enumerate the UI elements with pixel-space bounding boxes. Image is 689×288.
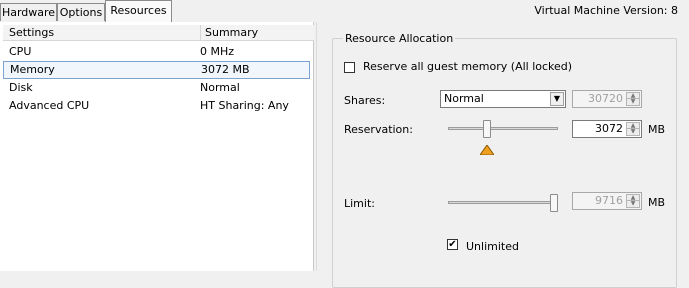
tab-options[interactable]: Options	[57, 3, 105, 21]
reservation-unit: MB	[648, 123, 666, 136]
setting-summary: Normal	[200, 81, 240, 94]
reserve-all-checkbox[interactable]	[344, 62, 355, 73]
reservation-value: 3072	[595, 122, 623, 135]
shares-select[interactable]: Normal ▼	[440, 90, 566, 108]
limit-spinner: 9716 ▲ ▼	[572, 192, 642, 210]
tab-resources[interactable]: Resources	[105, 0, 172, 22]
unlimited-checkbox[interactable]: ✔	[447, 239, 458, 250]
spinner-down-icon: ▼	[626, 200, 640, 208]
spinner-down-icon: ▼	[626, 98, 640, 106]
vm-version-label: Virtual Machine Version: 8	[534, 4, 678, 17]
spinner-down-icon[interactable]: ▼	[626, 128, 640, 136]
reservation-spinner[interactable]: 3072 ▲ ▼	[572, 120, 642, 138]
reservation-label: Reservation:	[344, 123, 413, 136]
limit-slider-thumb[interactable]	[550, 194, 558, 212]
reservation-slider-thumb[interactable]	[482, 120, 491, 138]
tab-bar: Hardware Options Resources Virtual Machi…	[0, 0, 689, 22]
settings-header: Settings Summary	[3, 25, 314, 41]
tab-hardware[interactable]: Hardware	[0, 3, 57, 21]
chevron-down-icon[interactable]: ▼	[550, 92, 564, 106]
limit-value: 9716	[595, 194, 623, 207]
settings-row-memory[interactable]: Memory 3072 MB	[3, 61, 310, 79]
settings-list: Settings Summary CPU 0 MHz Memory 3072 M…	[0, 22, 314, 271]
warning-triangle-icon	[479, 145, 494, 155]
setting-name: Memory	[10, 63, 55, 76]
shares-number-spinner: 30720 ▲ ▼	[572, 90, 642, 108]
shares-label: Shares:	[344, 94, 386, 107]
limit-slider-track[interactable]	[448, 201, 558, 204]
shares-selected-value: Normal	[444, 92, 484, 105]
setting-name: Disk	[9, 81, 33, 94]
reservation-slider-track[interactable]	[448, 127, 558, 130]
settings-row-disk[interactable]: Disk Normal	[3, 79, 310, 97]
setting-summary: HT Sharing: Any	[200, 99, 289, 112]
setting-name: Advanced CPU	[9, 99, 90, 112]
limit-label: Limit:	[344, 197, 375, 210]
shares-number-value: 30720	[588, 92, 623, 105]
setting-summary: 3072 MB	[201, 63, 250, 76]
tab-content: Settings Summary CPU 0 MHz Memory 3072 M…	[0, 22, 689, 288]
limit-unit: MB	[648, 196, 666, 209]
setting-name: CPU	[9, 45, 32, 58]
reserve-all-label: Reserve all guest memory (All locked)	[363, 60, 573, 73]
resource-panel: Resource Allocation Reserve all guest me…	[316, 22, 689, 288]
resource-allocation-title: Resource Allocation	[343, 32, 456, 45]
column-header-settings[interactable]: Settings	[9, 25, 54, 40]
settings-row-advanced-cpu[interactable]: Advanced CPU HT Sharing: Any	[3, 97, 310, 115]
column-header-summary[interactable]: Summary	[200, 25, 258, 40]
settings-row-cpu[interactable]: CPU 0 MHz	[3, 43, 310, 61]
setting-summary: 0 MHz	[200, 45, 235, 58]
unlimited-label: Unlimited	[466, 240, 519, 253]
